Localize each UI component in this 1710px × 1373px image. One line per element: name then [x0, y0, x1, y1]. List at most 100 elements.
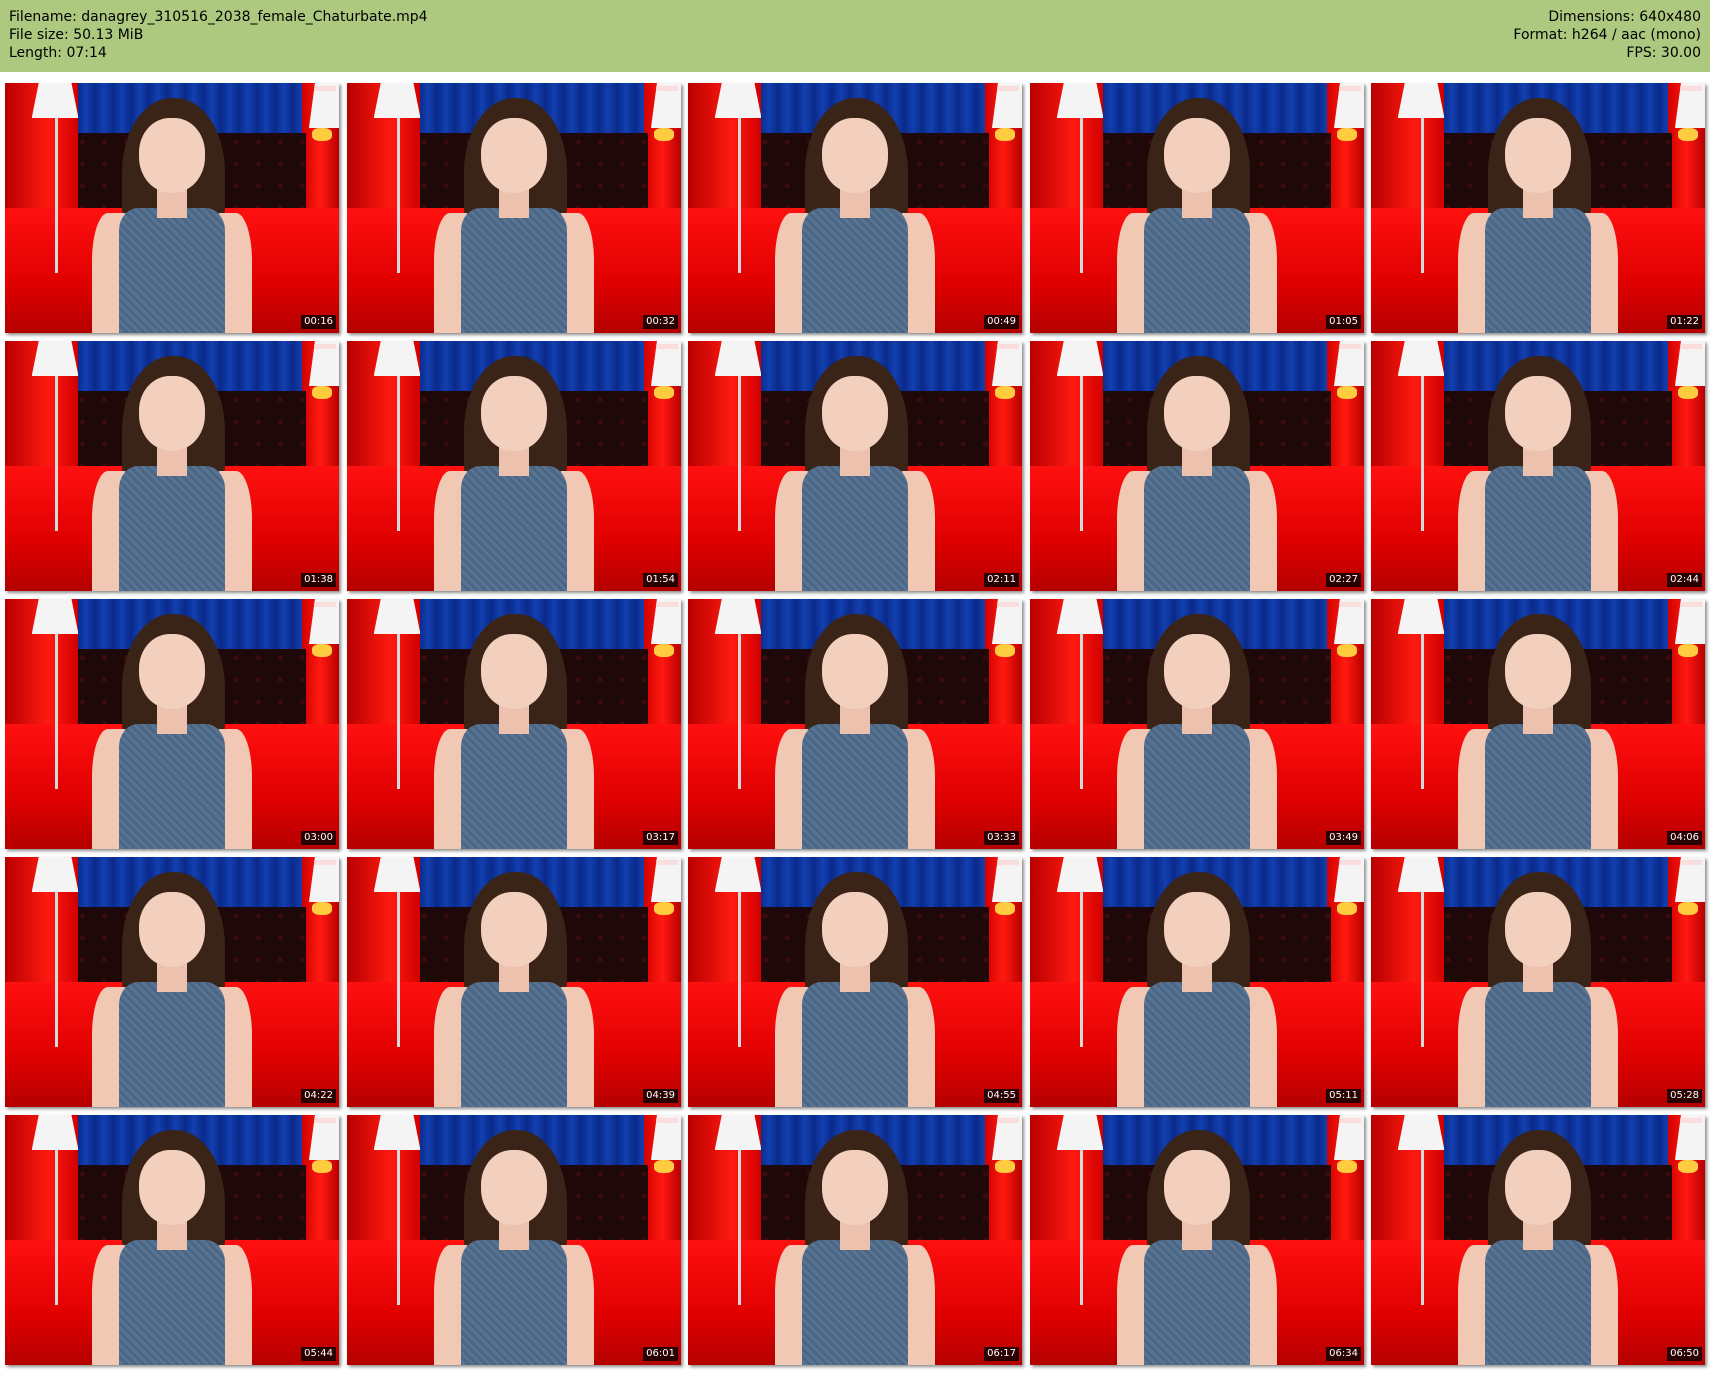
- scene-lamp-left: [1056, 1115, 1104, 1150]
- scene-lamp-pole: [55, 118, 59, 273]
- thumbnail-timestamp: 02:27: [1326, 573, 1361, 587]
- video-thumbnail[interactable]: 04:55: [688, 857, 1022, 1107]
- video-thumbnail[interactable]: 01:22: [1371, 83, 1705, 333]
- scene-person-shirt: [1484, 724, 1592, 849]
- video-thumbnail[interactable]: 02:11: [688, 341, 1022, 591]
- video-thumbnail[interactable]: 00:16: [5, 83, 339, 333]
- scene-person-shirt: [118, 466, 226, 591]
- scene-lamp-left: [31, 599, 79, 634]
- scene-person-shirt: [801, 982, 909, 1107]
- video-thumbnail[interactable]: 02:27: [1030, 341, 1364, 591]
- video-thumbnail[interactable]: 04:39: [347, 857, 681, 1107]
- thumbnail-timestamp: 04:06: [1667, 831, 1702, 845]
- thumbnail-timestamp: 04:39: [643, 1089, 678, 1103]
- scene-person-face: [138, 1150, 206, 1225]
- thumbnail-timestamp: 00:49: [984, 315, 1019, 329]
- scene-watermark: [997, 344, 1019, 349]
- scene-lamp-left: [1056, 83, 1104, 118]
- scene-person-shirt: [118, 208, 226, 333]
- scene-lamp-pole: [738, 634, 742, 789]
- fps-label: FPS: 30.00: [1626, 45, 1701, 61]
- scene-lamp-glow: [312, 644, 333, 657]
- scene-person-face: [821, 634, 889, 709]
- format-label: Format: h264 / aac (mono): [1513, 27, 1701, 43]
- scene-person-face: [138, 376, 206, 451]
- video-thumbnail[interactable]: 03:00: [5, 599, 339, 849]
- scene-person-face: [1163, 892, 1231, 967]
- scene-lamp-left: [373, 341, 421, 376]
- video-thumbnail[interactable]: 02:44: [1371, 341, 1705, 591]
- video-thumbnail[interactable]: 03:17: [347, 599, 681, 849]
- video-thumbnail[interactable]: 01:54: [347, 341, 681, 591]
- scene-lamp-left: [714, 341, 762, 376]
- scene-lamp-pole: [738, 1150, 742, 1305]
- scene-lamp-left: [1397, 857, 1445, 892]
- scene-lamp-glow: [995, 386, 1016, 399]
- scene-lamp-glow: [654, 128, 675, 141]
- thumbnail-timestamp: 05:11: [1326, 1089, 1361, 1103]
- scene-lamp-left: [1397, 83, 1445, 118]
- video-thumbnail[interactable]: 03:49: [1030, 599, 1364, 849]
- video-thumbnail[interactable]: 04:06: [1371, 599, 1705, 849]
- thumbnail-timestamp: 02:11: [984, 573, 1019, 587]
- video-thumbnail[interactable]: 06:17: [688, 1115, 1022, 1365]
- scene-watermark: [656, 860, 678, 865]
- scene-watermark: [1680, 86, 1702, 91]
- scene-lamp-pole: [1080, 892, 1084, 1047]
- scene-lamp-pole: [738, 376, 742, 531]
- scene-lamp-left: [31, 857, 79, 892]
- scene-lamp-glow: [1337, 902, 1358, 915]
- scene-watermark: [656, 1118, 678, 1123]
- thumbnail-timestamp: 06:34: [1326, 1347, 1361, 1361]
- scene-lamp-left: [373, 1115, 421, 1150]
- video-thumbnail[interactable]: 00:49: [688, 83, 1022, 333]
- scene-person-shirt: [118, 1240, 226, 1365]
- scene-lamp-pole: [1421, 634, 1425, 789]
- video-thumbnail[interactable]: 00:32: [347, 83, 681, 333]
- scene-person-face: [138, 118, 206, 193]
- scene-watermark: [1339, 344, 1361, 349]
- video-thumbnail[interactable]: 06:34: [1030, 1115, 1364, 1365]
- header-left-info: Filename: danagrey_310516_2038_female_Ch…: [9, 8, 428, 62]
- scene-watermark: [997, 86, 1019, 91]
- length-label: Length: 07:14: [9, 45, 107, 61]
- thumbnail-timestamp: 00:16: [301, 315, 336, 329]
- scene-lamp-glow: [1337, 1160, 1358, 1173]
- scene-lamp-left: [31, 1115, 79, 1150]
- scene-lamp-left: [1397, 1115, 1445, 1150]
- scene-watermark: [997, 602, 1019, 607]
- scene-watermark: [314, 860, 336, 865]
- video-thumbnail[interactable]: 05:11: [1030, 857, 1364, 1107]
- scene-person-shirt: [801, 1240, 909, 1365]
- scene-person-face: [138, 892, 206, 967]
- scene-watermark: [1339, 602, 1361, 607]
- scene-lamp-pole: [738, 118, 742, 273]
- thumbnail-timestamp: 06:50: [1667, 1347, 1702, 1361]
- scene-person-shirt: [1484, 982, 1592, 1107]
- video-thumbnail[interactable]: 01:05: [1030, 83, 1364, 333]
- video-thumbnail[interactable]: 01:38: [5, 341, 339, 591]
- scene-watermark: [656, 602, 678, 607]
- scene-lamp-left: [714, 83, 762, 118]
- scene-watermark: [997, 1118, 1019, 1123]
- video-thumbnail[interactable]: 06:50: [1371, 1115, 1705, 1365]
- video-thumbnail[interactable]: 04:22: [5, 857, 339, 1107]
- scene-watermark: [1680, 1118, 1702, 1123]
- scene-lamp-pole: [397, 118, 401, 273]
- video-thumbnail[interactable]: 05:28: [1371, 857, 1705, 1107]
- scene-person-face: [821, 376, 889, 451]
- scene-lamp-glow: [1337, 128, 1358, 141]
- scene-lamp-glow: [654, 902, 675, 915]
- scene-watermark: [1339, 1118, 1361, 1123]
- scene-watermark: [997, 860, 1019, 865]
- scene-person-shirt: [460, 1240, 568, 1365]
- scene-person-face: [821, 892, 889, 967]
- scene-watermark: [314, 602, 336, 607]
- thumbnail-timestamp: 01:54: [643, 573, 678, 587]
- video-thumbnail[interactable]: 06:01: [347, 1115, 681, 1365]
- filename-label: Filename: danagrey_310516_2038_female_Ch…: [9, 9, 428, 25]
- video-thumbnail[interactable]: 03:33: [688, 599, 1022, 849]
- video-thumbnail[interactable]: 05:44: [5, 1115, 339, 1365]
- scene-lamp-pole: [1080, 376, 1084, 531]
- scene-person-shirt: [1484, 1240, 1592, 1365]
